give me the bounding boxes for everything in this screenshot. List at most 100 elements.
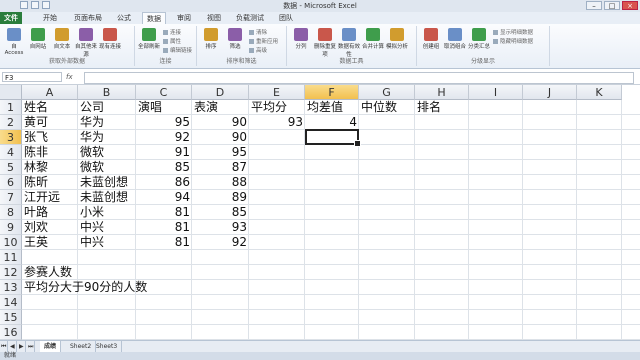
column-header[interactable]: C xyxy=(136,85,192,100)
cell[interactable]: 93 xyxy=(194,220,249,235)
cell[interactable]: 85 xyxy=(194,205,249,220)
row-header[interactable]: 15 xyxy=(0,310,22,325)
cell[interactable]: 叶路 xyxy=(24,205,78,220)
ribbon-small-item-1-0[interactable]: 连接 xyxy=(163,29,181,37)
fx-icon[interactable]: fx xyxy=(66,72,73,82)
sheet-nav-icon[interactable]: ◀ xyxy=(9,341,17,352)
cell[interactable]: 中兴 xyxy=(80,235,136,250)
cell[interactable]: 姓名 xyxy=(24,100,78,115)
tab-3[interactable]: 公式 xyxy=(112,12,136,24)
formula-input[interactable] xyxy=(84,72,634,84)
cell[interactable]: 陈昕 xyxy=(24,175,78,190)
tab-0[interactable]: 文件 xyxy=(0,12,22,24)
ribbon-small-item-1-1[interactable]: 属性 xyxy=(163,38,181,46)
cell[interactable]: 85 xyxy=(138,160,192,175)
ribbon-button-0-4[interactable]: 现有连接 xyxy=(99,28,121,50)
cell[interactable]: 黄可 xyxy=(24,115,78,130)
cell[interactable]: 林黎 xyxy=(24,160,78,175)
column-header[interactable]: H xyxy=(415,85,469,100)
cell[interactable]: 未蓝创想 xyxy=(80,175,136,190)
tab-8[interactable]: 团队 xyxy=(274,12,298,24)
maximize-button[interactable]: □ xyxy=(604,1,620,10)
tab-5[interactable]: 审阅 xyxy=(172,12,196,24)
cell[interactable]: 微软 xyxy=(80,145,136,160)
ribbon-small-item-2-2[interactable]: 高级 xyxy=(249,47,267,55)
cell[interactable]: 中兴 xyxy=(80,220,136,235)
column-header[interactable]: G xyxy=(359,85,415,100)
cell[interactable]: 81 xyxy=(138,220,192,235)
row-header[interactable]: 5 xyxy=(0,160,22,175)
row-header[interactable]: 14 xyxy=(0,295,22,310)
cell[interactable]: 华为 xyxy=(80,115,136,130)
cell[interactable]: 89 xyxy=(194,190,249,205)
ribbon-small-item-4-1[interactable]: 隐藏明细数据 xyxy=(493,38,533,46)
column-header[interactable]: A xyxy=(22,85,78,100)
cell[interactable]: 公司 xyxy=(80,100,136,115)
cell[interactable]: 4 xyxy=(307,115,359,130)
ribbon-small-item-2-0[interactable]: 清除 xyxy=(249,29,267,37)
cell[interactable]: 参赛人数 xyxy=(24,265,78,280)
cell[interactable]: 未蓝创想 xyxy=(80,190,136,205)
row-header[interactable]: 16 xyxy=(0,325,22,340)
cell[interactable]: 均差值 xyxy=(307,100,359,115)
row-header[interactable]: 12 xyxy=(0,265,22,280)
ribbon-button-0-3[interactable]: 自其他来源 xyxy=(75,28,97,58)
row-header[interactable]: 8 xyxy=(0,205,22,220)
sheet-tab[interactable]: 成绩 xyxy=(40,341,62,352)
sheet-nav-icon[interactable]: ⏭ xyxy=(27,341,36,352)
column-header[interactable]: E xyxy=(249,85,305,100)
cell[interactable]: 刘欢 xyxy=(24,220,78,235)
ribbon-button-3-1[interactable]: 删除重复项 xyxy=(314,28,336,58)
row-header[interactable]: 6 xyxy=(0,175,22,190)
cell[interactable]: 92 xyxy=(194,235,249,250)
cell[interactable]: 华为 xyxy=(80,130,136,145)
row-header[interactable]: 11 xyxy=(0,250,22,265)
cell[interactable]: 90 xyxy=(194,130,249,145)
cell[interactable]: 95 xyxy=(138,115,192,130)
tab-6[interactable]: 视图 xyxy=(202,12,226,24)
ribbon-button-3-4[interactable]: 模拟分析 xyxy=(386,28,408,50)
column-header[interactable]: I xyxy=(469,85,523,100)
sheet-nav-icon[interactable]: ⏮ xyxy=(0,341,9,352)
name-box[interactable]: F3 xyxy=(2,72,62,82)
cell[interactable]: 演唱 xyxy=(138,100,192,115)
cell[interactable]: 张飞 xyxy=(24,130,78,145)
cell[interactable]: 中位数 xyxy=(361,100,415,115)
cell[interactable]: 81 xyxy=(138,205,192,220)
ribbon-button-3-3[interactable]: 合并计算 xyxy=(362,28,384,50)
ribbon-button-2-1[interactable]: 筛选 xyxy=(224,28,246,50)
sheet-nav-icon[interactable]: ▶ xyxy=(18,341,26,352)
ribbon-button-4-1[interactable]: 取消组合 xyxy=(444,28,466,50)
column-header[interactable]: F xyxy=(305,85,359,100)
cell[interactable]: 排名 xyxy=(417,100,469,115)
row-header[interactable]: 1 xyxy=(0,100,22,115)
cell[interactable]: 87 xyxy=(194,160,249,175)
ribbon-button-0-0[interactable]: 自 Access xyxy=(3,28,25,56)
tab-2[interactable]: 页面布局 xyxy=(70,12,106,24)
tab-4[interactable]: 数据 xyxy=(142,12,166,24)
cell[interactable]: 88 xyxy=(194,175,249,190)
ribbon-small-item-2-1[interactable]: 重新应用 xyxy=(249,38,278,46)
row-header[interactable]: 10 xyxy=(0,235,22,250)
cell[interactable]: 94 xyxy=(138,190,192,205)
ribbon-small-item-1-2[interactable]: 编辑链接 xyxy=(163,47,192,55)
tab-7[interactable]: 负载测试 xyxy=(232,12,268,24)
column-header[interactable]: J xyxy=(523,85,577,100)
row-header[interactable]: 7 xyxy=(0,190,22,205)
close-button[interactable]: × xyxy=(622,1,638,10)
cell[interactable]: 90 xyxy=(194,115,249,130)
ribbon-button-4-2[interactable]: 分类汇总 xyxy=(468,28,490,50)
cell[interactable]: 93 xyxy=(251,115,305,130)
ribbon-button-0-1[interactable]: 自网站 xyxy=(27,28,49,50)
ribbon-button-3-0[interactable]: 分列 xyxy=(290,28,312,50)
row-header[interactable]: 9 xyxy=(0,220,22,235)
cell[interactable]: 表演 xyxy=(194,100,249,115)
tab-1[interactable]: 开始 xyxy=(36,12,64,24)
ribbon-button-3-2[interactable]: 数据有效性 xyxy=(338,28,360,58)
active-cell-selection[interactable] xyxy=(305,129,361,147)
row-header[interactable]: 3 xyxy=(0,130,22,145)
ribbon-button-1-0[interactable]: 全部刷新 xyxy=(138,28,160,50)
cell[interactable]: 91 xyxy=(138,145,192,160)
cell[interactable]: 92 xyxy=(138,130,192,145)
worksheet-grid[interactable]: A B C D E F G H I J K 1 2 3 4 5 6 7 8 9 10 11 12 13 14 15 16 姓名 公司 演唱… xyxy=(0,85,640,340)
